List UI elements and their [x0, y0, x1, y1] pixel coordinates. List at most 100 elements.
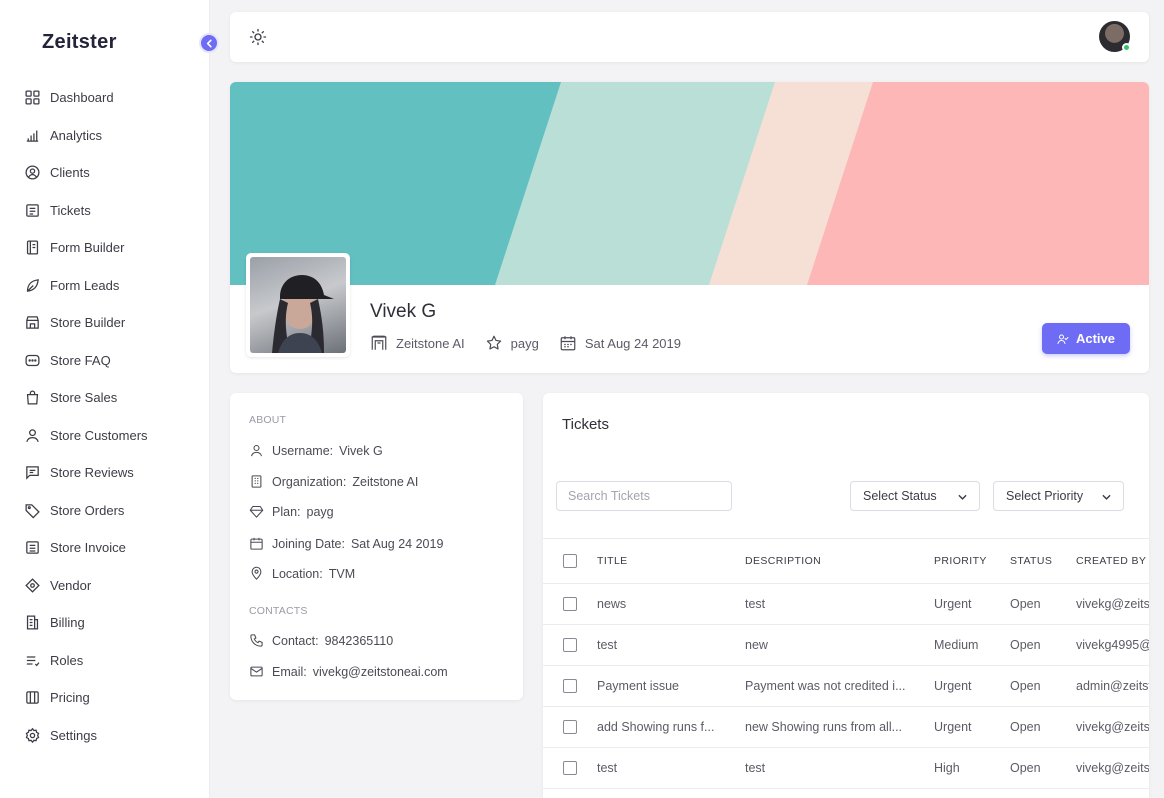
- ticket-description: test: [745, 597, 766, 611]
- sidebar-collapse-button[interactable]: [199, 33, 219, 53]
- roles-icon: [26, 656, 40, 667]
- sidebar-item-label: Analytics: [50, 127, 103, 143]
- sidebar-item-analytics[interactable]: Analytics: [0, 117, 210, 155]
- sidebar-item-form-builder[interactable]: Form Builder: [0, 229, 210, 267]
- row-checkbox[interactable]: [563, 761, 577, 775]
- row-checkbox[interactable]: [563, 597, 577, 611]
- row-checkbox-cell: [563, 625, 577, 665]
- column-header-status[interactable]: STATUS: [1010, 539, 1052, 583]
- row-checkbox[interactable]: [563, 679, 577, 693]
- sidebar-item-label: Form Builder: [50, 240, 125, 256]
- form-builder-icon: [26, 240, 39, 255]
- sidebar-item-billing[interactable]: Billing: [0, 604, 210, 642]
- profile-photo-image: [250, 257, 346, 353]
- building-icon: [371, 335, 387, 350]
- ticket-status: Open: [1010, 638, 1041, 652]
- search-tickets-input[interactable]: Search Tickets: [556, 481, 732, 511]
- sidebar-item-label: Form Leads: [50, 277, 120, 293]
- theme-toggle-sun-icon[interactable]: [249, 28, 267, 46]
- ticket-priority: High: [934, 761, 960, 775]
- table-row[interactable]: add Showing runs f... new Showing runs f…: [543, 707, 1149, 748]
- about-contact: Contact: 9842365110: [249, 633, 393, 648]
- profile-photo: [246, 253, 350, 357]
- pricing-icon: [26, 691, 39, 705]
- clients-icon: [25, 165, 40, 180]
- about-location: Location: TVM: [249, 566, 355, 581]
- sidebar-item-settings[interactable]: Settings: [0, 717, 210, 755]
- sidebar-item-pricing[interactable]: Pricing: [0, 679, 210, 717]
- calendar-icon: [250, 537, 263, 550]
- sidebar-item-store-invoice[interactable]: Store Invoice: [0, 529, 210, 567]
- column-header-description[interactable]: DESCRIPTION: [745, 539, 821, 583]
- sidebar-item-tickets[interactable]: Tickets: [0, 192, 210, 230]
- ticket-created-by: vivekg@zeits: [1076, 761, 1149, 775]
- sidebar-item-label: Store Sales: [50, 390, 118, 406]
- ticket-created-by: vivekg@zeits: [1076, 720, 1149, 734]
- user-icon: [250, 444, 263, 457]
- table-row[interactable]: test test High Open vivekg@zeits: [543, 748, 1149, 789]
- dashboard-icon: [25, 90, 40, 105]
- sidebar-item-store-reviews[interactable]: Store Reviews: [0, 454, 210, 492]
- store-invoice-icon: [26, 541, 39, 555]
- sidebar-item-store-builder[interactable]: Store Builder: [0, 304, 210, 342]
- select-status-dropdown[interactable]: Select Status: [850, 481, 980, 511]
- ticket-description: test: [745, 761, 766, 775]
- ticket-priority: Urgent: [934, 720, 972, 734]
- calendar-icon: [560, 336, 576, 351]
- select-all-checkbox[interactable]: [563, 554, 577, 568]
- select-priority-dropdown[interactable]: Select Priority: [993, 481, 1124, 511]
- store-orders-icon: [25, 503, 40, 519]
- vendor-icon: [25, 577, 40, 593]
- column-header-created-by[interactable]: CREATED BY: [1076, 539, 1149, 583]
- tickets-table: TITLE DESCRIPTION PRIORITY STATUS CREATE…: [543, 538, 1149, 789]
- sidebar-item-label: Clients: [50, 165, 90, 181]
- user-avatar[interactable]: [1099, 21, 1131, 52]
- table-row[interactable]: Payment issue Payment was not credited i…: [543, 666, 1149, 707]
- profile-header-card: Vivek G Zeitstone AI payg Sat Aug 24 201…: [230, 82, 1149, 373]
- sidebar-item-label: Settings: [50, 727, 97, 743]
- column-header-title[interactable]: TITLE: [597, 539, 628, 583]
- sidebar-item-store-sales[interactable]: Store Sales: [0, 379, 210, 417]
- profile-meta: Zeitstone AI payg Sat Aug 24 2019: [370, 334, 701, 352]
- sidebar-item-store-faq[interactable]: Store FAQ: [0, 342, 210, 380]
- ticket-priority: Urgent: [934, 679, 972, 693]
- tickets-title: Tickets: [562, 416, 609, 433]
- profile-plan: payg: [485, 334, 539, 352]
- sidebar-item-roles[interactable]: Roles: [0, 642, 210, 680]
- table-row[interactable]: news test Urgent Open vivekg@zeits: [543, 584, 1149, 625]
- analytics-icon: [26, 130, 39, 142]
- sidebar-item-store-orders[interactable]: Store Orders: [0, 492, 210, 530]
- ticket-status: Open: [1010, 761, 1041, 775]
- brand-logo[interactable]: Zeitster: [42, 31, 117, 54]
- row-checkbox-cell: [563, 666, 577, 706]
- sidebar-item-clients[interactable]: Clients: [0, 154, 210, 192]
- sidebar-item-label: Store Orders: [50, 502, 125, 518]
- sidebar-item-label: Dashboard: [50, 90, 114, 106]
- row-checkbox-cell: [563, 584, 577, 624]
- building-icon: [251, 475, 262, 488]
- ticket-title: test: [597, 761, 618, 775]
- sidebar-item-vendor[interactable]: Vendor: [0, 567, 210, 605]
- about-organization: Organization: Zeitstone AI: [249, 474, 418, 489]
- sidebar-item-label: Tickets: [50, 202, 91, 218]
- sidebar-item-dashboard[interactable]: Dashboard: [0, 79, 210, 117]
- sidebar-item-form-leads[interactable]: Form Leads: [0, 267, 210, 305]
- sidebar-item-label: Vendor: [50, 577, 92, 593]
- sidebar-item-store-customers[interactable]: Store Customers: [0, 417, 210, 455]
- row-checkbox[interactable]: [563, 720, 577, 734]
- row-checkbox[interactable]: [563, 638, 577, 652]
- settings-icon: [25, 727, 40, 743]
- about-section-title: ABOUT: [249, 414, 287, 426]
- ticket-status: Open: [1010, 679, 1041, 693]
- ticket-created-by: vivekg4995@: [1076, 638, 1149, 652]
- column-header-priority[interactable]: PRIORITY: [934, 539, 987, 583]
- active-status-button[interactable]: Active: [1042, 323, 1130, 354]
- chevron-down-icon: [958, 494, 967, 500]
- table-row[interactable]: test new Medium Open vivekg4995@: [543, 625, 1149, 666]
- form-leads-icon: [26, 278, 39, 292]
- diamond-icon: [249, 505, 264, 518]
- ticket-priority: Urgent: [934, 597, 972, 611]
- billing-icon: [26, 615, 39, 630]
- profile-joined: Sat Aug 24 2019: [559, 334, 681, 352]
- tickets-card: Tickets Search Tickets Select Status Sel…: [543, 393, 1149, 798]
